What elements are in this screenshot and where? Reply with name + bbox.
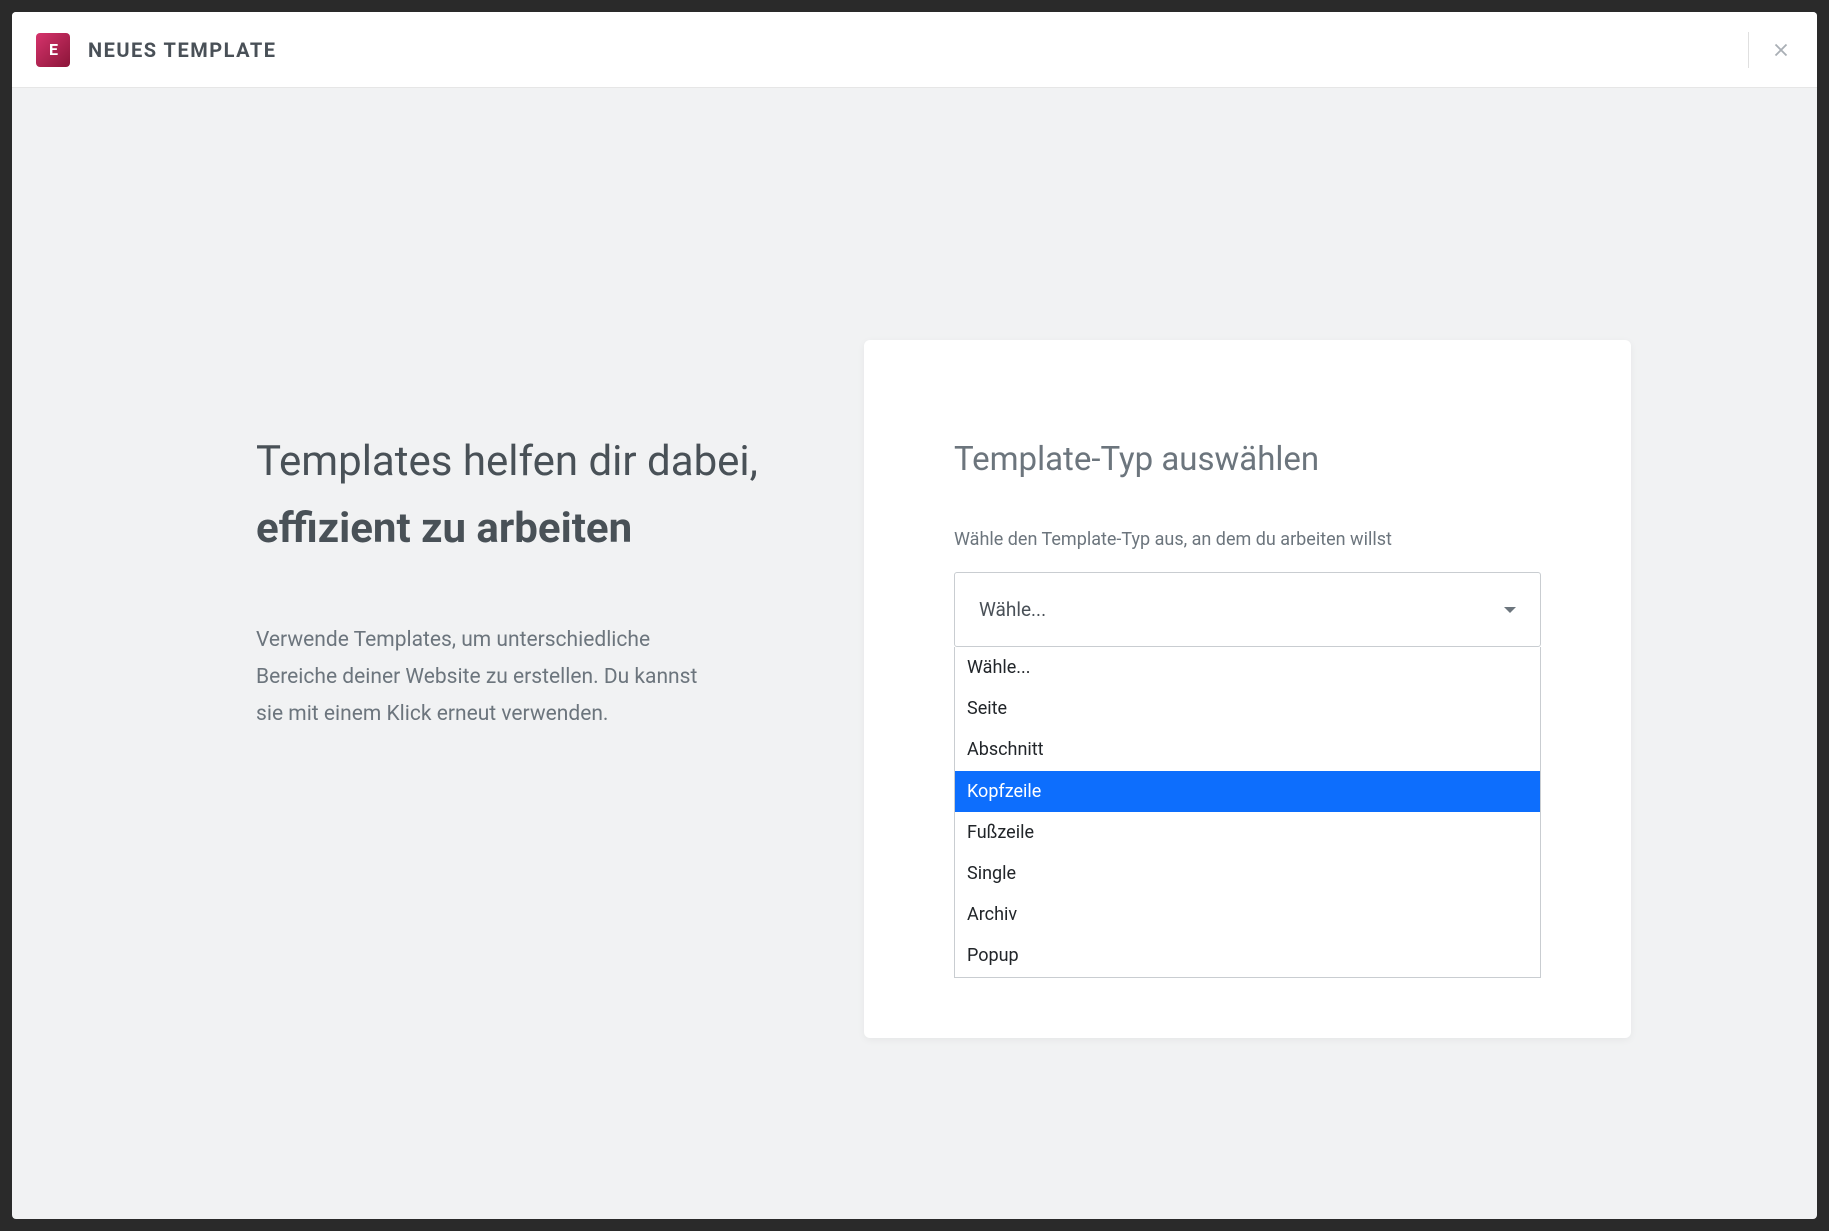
close-divider [1748, 32, 1749, 68]
chevron-down-icon [1504, 607, 1516, 613]
intro-heading: Templates helfen dir dabei, effizient zu… [256, 428, 795, 562]
dropdown-option[interactable]: Fußzeile [955, 812, 1540, 853]
intro-description: Verwende Templates, um unterschiedliche … [256, 622, 706, 732]
logo-letter: E [49, 40, 57, 59]
modal-body: Templates helfen dir dabei, effizient zu… [12, 88, 1817, 1219]
select-current-value: Wähle... [979, 598, 1046, 621]
intro-heading-part1: Templates helfen dir dabei, [256, 437, 758, 486]
dropdown-option[interactable]: Popup [955, 935, 1540, 976]
close-area [1748, 32, 1793, 68]
modal-title: NEUES TEMPLATE [88, 38, 277, 62]
close-button[interactable] [1769, 38, 1793, 62]
modal-header: E NEUES TEMPLATE [12, 12, 1817, 88]
dropdown-option[interactable]: Seite [955, 688, 1540, 729]
intro-heading-bold: effizient zu arbeiten [256, 504, 632, 553]
dropdown-option[interactable]: Wähle... [955, 647, 1540, 688]
template-type-card: Template-Typ auswählen Wähle den Templat… [864, 340, 1631, 1038]
elementor-logo: E [36, 33, 70, 67]
template-type-dropdown: Wähle...SeiteAbschnittKopfzeileFußzeileS… [954, 647, 1541, 978]
template-type-label: Wähle den Template-Typ aus, an dem du ar… [954, 529, 1541, 550]
dropdown-option[interactable]: Abschnitt [955, 729, 1540, 770]
card-title: Template-Typ auswählen [954, 440, 1541, 479]
dropdown-option[interactable]: Archiv [955, 894, 1540, 935]
dropdown-option[interactable]: Single [955, 853, 1540, 894]
dropdown-option[interactable]: Kopfzeile [955, 771, 1540, 812]
template-type-select-wrapper: Wähle... Wähle...SeiteAbschnittKopfzeile… [954, 572, 1541, 978]
intro-panel: Templates helfen dir dabei, effizient zu… [12, 88, 915, 1219]
new-template-modal: E NEUES TEMPLATE Templates helfen dir da… [12, 12, 1817, 1219]
close-icon [1770, 39, 1792, 61]
template-type-select[interactable]: Wähle... [954, 572, 1541, 647]
